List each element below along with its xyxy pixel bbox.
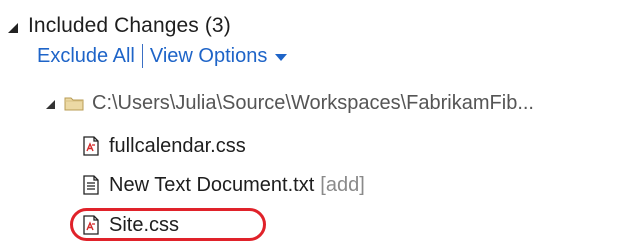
section-title: Included Changes (3) <box>28 14 231 37</box>
file-item[interactable]: New Text Document.txt [add] <box>82 170 365 200</box>
folder-path: C:\Users\Julia\Source\Workspaces\Fabrika… <box>92 91 534 114</box>
actions-bar: Exclude All View Options <box>37 42 288 70</box>
file-name: New Text Document.txt <box>109 173 315 196</box>
collapse-triangle-icon[interactable] <box>8 23 18 33</box>
file-name: fullcalendar.css <box>109 134 246 157</box>
text-file-icon <box>82 175 100 195</box>
folder-icon <box>64 95 84 111</box>
file-item[interactable]: fullcalendar.css <box>82 131 246 161</box>
folder-node[interactable]: C:\Users\Julia\Source\Workspaces\Fabrika… <box>46 88 534 118</box>
pending-changes-panel: Included Changes (3) Exclude All View Op… <box>0 0 626 245</box>
included-changes-header[interactable]: Included Changes (3) <box>8 10 231 42</box>
exclude-all-link[interactable]: Exclude All <box>37 45 135 68</box>
chevron-down-icon[interactable] <box>275 54 288 61</box>
highlight-ring <box>70 208 266 241</box>
link-separator <box>141 44 143 68</box>
css-file-icon <box>82 136 100 156</box>
collapse-triangle-icon[interactable] <box>46 100 55 109</box>
change-type-badge: [add] <box>320 173 365 196</box>
view-options-link[interactable]: View Options <box>150 45 267 68</box>
